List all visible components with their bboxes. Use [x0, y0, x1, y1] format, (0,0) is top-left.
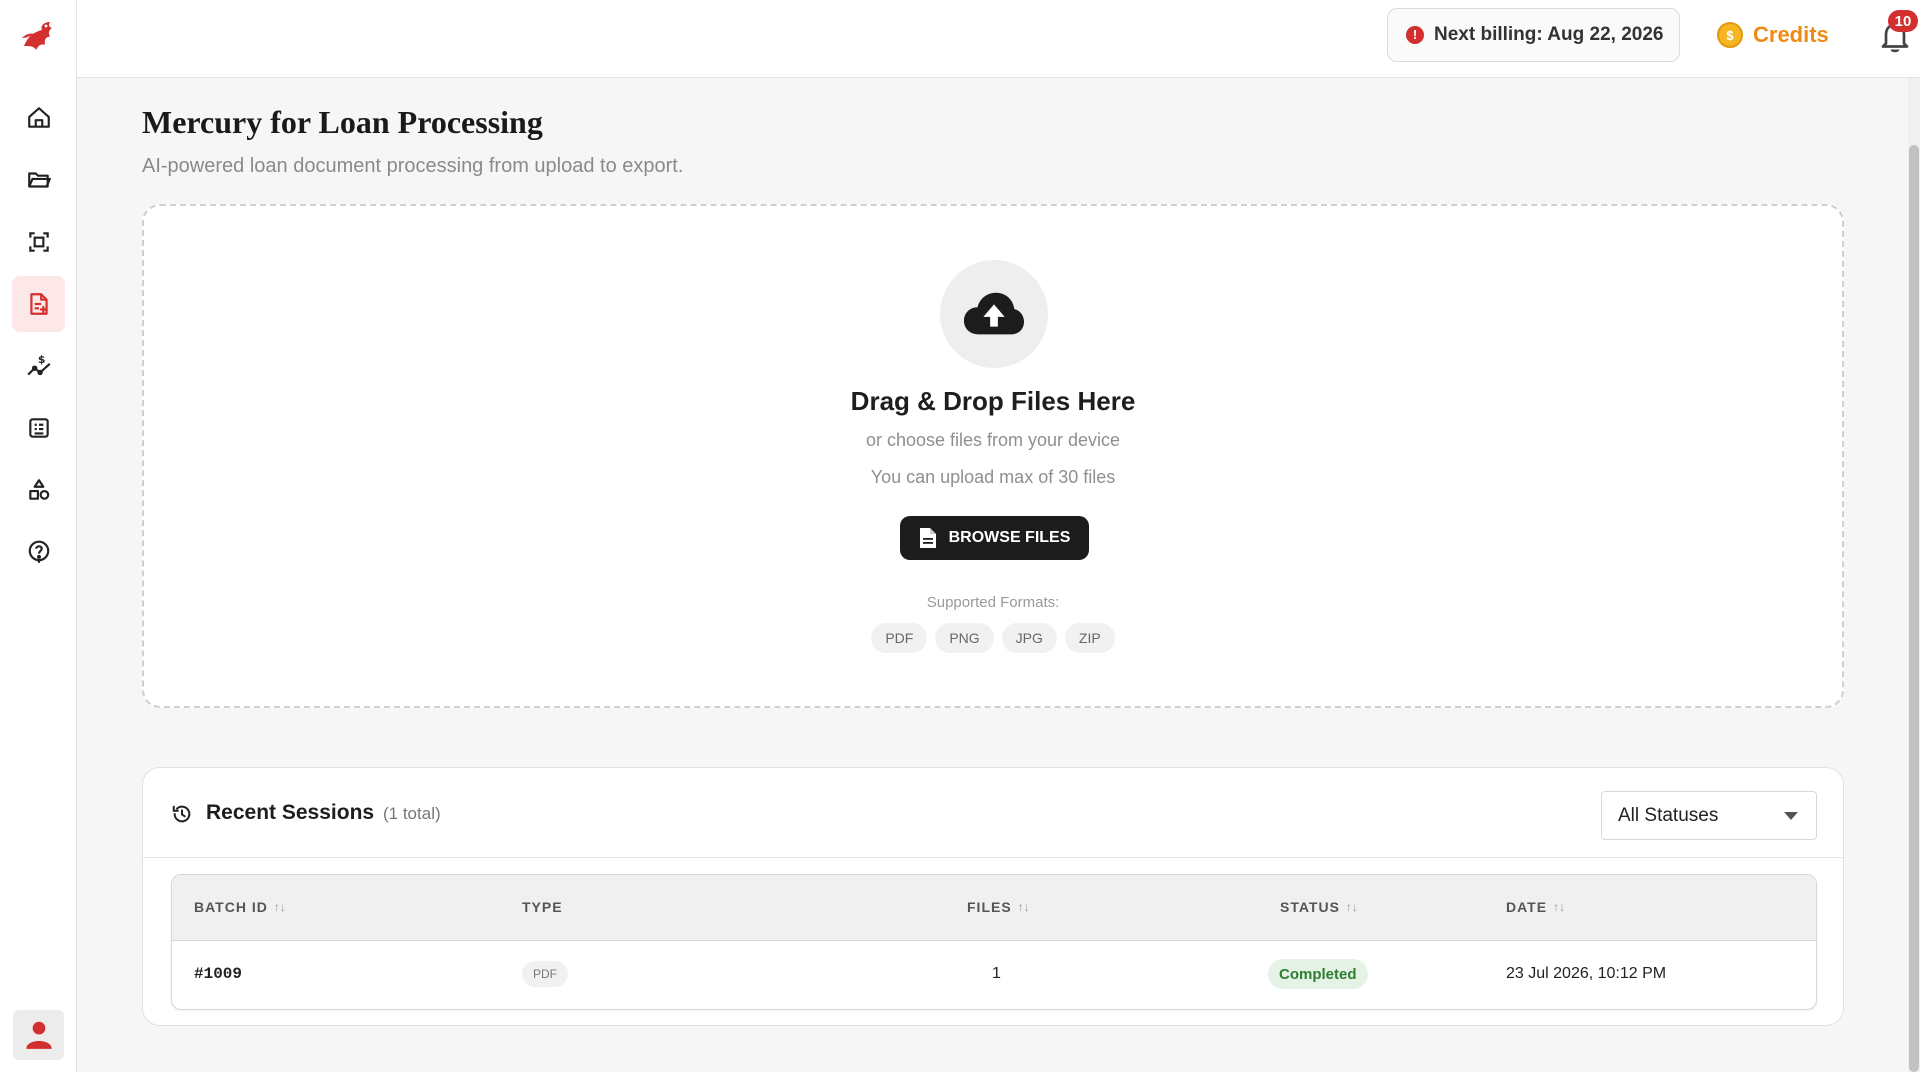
document-edit-icon	[29, 293, 48, 315]
sort-icon: ↑↓	[273, 900, 286, 914]
dropzone-title: Drag & Drop Files Here	[850, 386, 1136, 416]
cell-batch-id: #1009	[194, 965, 243, 983]
cell-files-count: 1	[992, 965, 1001, 982]
coin-icon: $	[1717, 22, 1743, 48]
page-title: Mercury for Loan Processing	[142, 104, 543, 140]
recent-sessions-count: (1 total)	[383, 804, 441, 823]
column-header-label: BATCH ID	[194, 899, 268, 915]
user-profile-button[interactable]	[13, 1010, 64, 1060]
sidebar-item-loan-processing[interactable]	[12, 276, 65, 332]
dragon-logo[interactable]	[16, 14, 60, 58]
sidebar-item-scan[interactable]	[12, 214, 65, 270]
browse-files-button[interactable]: BROWSE FILES	[900, 516, 1089, 560]
next-billing-banner[interactable]: ! Next billing: Aug 22, 2026	[1387, 8, 1680, 62]
home-icon	[27, 107, 50, 128]
upload-icon-circle	[940, 260, 1048, 368]
page-scrollbar-thumb[interactable]	[1909, 145, 1919, 1072]
sort-icon: ↑↓	[1553, 900, 1566, 914]
help-icon	[28, 540, 49, 563]
cloud-upload-icon	[963, 292, 1025, 335]
format-chip-jpg: JPG	[1001, 623, 1057, 653]
format-chip-zip: ZIP	[1064, 623, 1115, 653]
folder-icon	[27, 172, 51, 188]
table-row[interactable]: #1009 PDF 1 Completed 23 Jul 2026, 10:12…	[172, 941, 1816, 1009]
sidebar-item-folders[interactable]	[12, 152, 65, 208]
status-filter-select[interactable]: All Statuses	[1601, 791, 1817, 840]
sidebar-item-checklist[interactable]	[12, 400, 65, 456]
table-header-row: BATCH ID ↑↓ TYPE FILES ↑↓ STATUS ↑↓ DATE…	[172, 875, 1816, 941]
sessions-table: BATCH ID ↑↓ TYPE FILES ↑↓ STATUS ↑↓ DATE…	[171, 874, 1817, 1010]
credits-label: Credits	[1753, 22, 1829, 47]
column-header-label: DATE	[1506, 899, 1548, 915]
recent-sessions-panel: Recent Sessions (1 total) All Statuses B…	[142, 767, 1844, 1026]
dollar-chart-icon: $	[26, 353, 51, 376]
cell-type-chip: PDF	[522, 961, 568, 987]
info-alert-icon: !	[1406, 26, 1424, 44]
column-header-label: STATUS	[1280, 899, 1340, 915]
sidebar-item-home[interactable]	[12, 90, 65, 146]
shapes-icon	[28, 479, 49, 500]
page-subtitle: AI-powered loan document processing from…	[142, 155, 684, 177]
file-icon	[919, 528, 936, 548]
browse-files-label: BROWSE FILES	[948, 529, 1071, 546]
svg-text:$: $	[37, 353, 45, 366]
sidebar-item-billing-analytics[interactable]: $	[12, 338, 65, 394]
dragon-logo-icon	[22, 22, 52, 50]
next-billing-text: Next billing: Aug 22, 2026	[1434, 24, 1664, 45]
notification-count-badge: 10	[1888, 10, 1918, 32]
user-icon	[25, 1021, 52, 1049]
recent-sessions-header: Recent Sessions (1 total) All Statuses	[143, 768, 1843, 858]
column-header-type: TYPE	[522, 899, 563, 915]
checklist-icon	[28, 418, 49, 438]
dropzone-subtitle: or choose files from your device	[865, 430, 1121, 450]
sort-icon: ↑↓	[1345, 900, 1358, 914]
sidebar: $	[0, 0, 77, 1072]
supported-formats-label: Supported Formats:	[926, 594, 1060, 611]
column-header-label: TYPE	[522, 899, 563, 915]
sidebar-item-help[interactable]	[12, 524, 65, 580]
status-filter-value: All Statuses	[1618, 804, 1719, 826]
scan-icon	[28, 232, 49, 252]
column-header-files[interactable]: FILES ↑↓	[967, 899, 1030, 915]
credits-button[interactable]: $ Credits	[1717, 18, 1829, 52]
file-dropzone[interactable]: Drag & Drop Files Here or choose files f…	[142, 204, 1844, 708]
cell-date: 23 Jul 2026, 10:12 PM	[1506, 965, 1667, 982]
chevron-down-icon	[1784, 812, 1798, 820]
format-chip-png: PNG	[935, 623, 994, 653]
sidebar-item-shapes[interactable]	[12, 462, 65, 518]
top-header: ! Next billing: Aug 22, 2026 $ Credits 1…	[77, 0, 1920, 78]
column-header-batch-id[interactable]: BATCH ID ↑↓	[194, 899, 286, 915]
column-header-status[interactable]: STATUS ↑↓	[1280, 899, 1358, 915]
column-header-date[interactable]: DATE ↑↓	[1506, 899, 1565, 915]
history-icon	[172, 805, 191, 823]
column-header-label: FILES	[967, 899, 1012, 915]
upload-limit-text: You can upload max of 30 files	[870, 467, 1116, 487]
supported-formats-list: PDF PNG JPG ZIP	[144, 623, 1842, 653]
recent-sessions-title: Recent Sessions	[206, 801, 375, 824]
status-badge: Completed	[1268, 959, 1368, 989]
sort-icon: ↑↓	[1017, 900, 1030, 914]
format-chip-pdf: PDF	[871, 623, 928, 653]
